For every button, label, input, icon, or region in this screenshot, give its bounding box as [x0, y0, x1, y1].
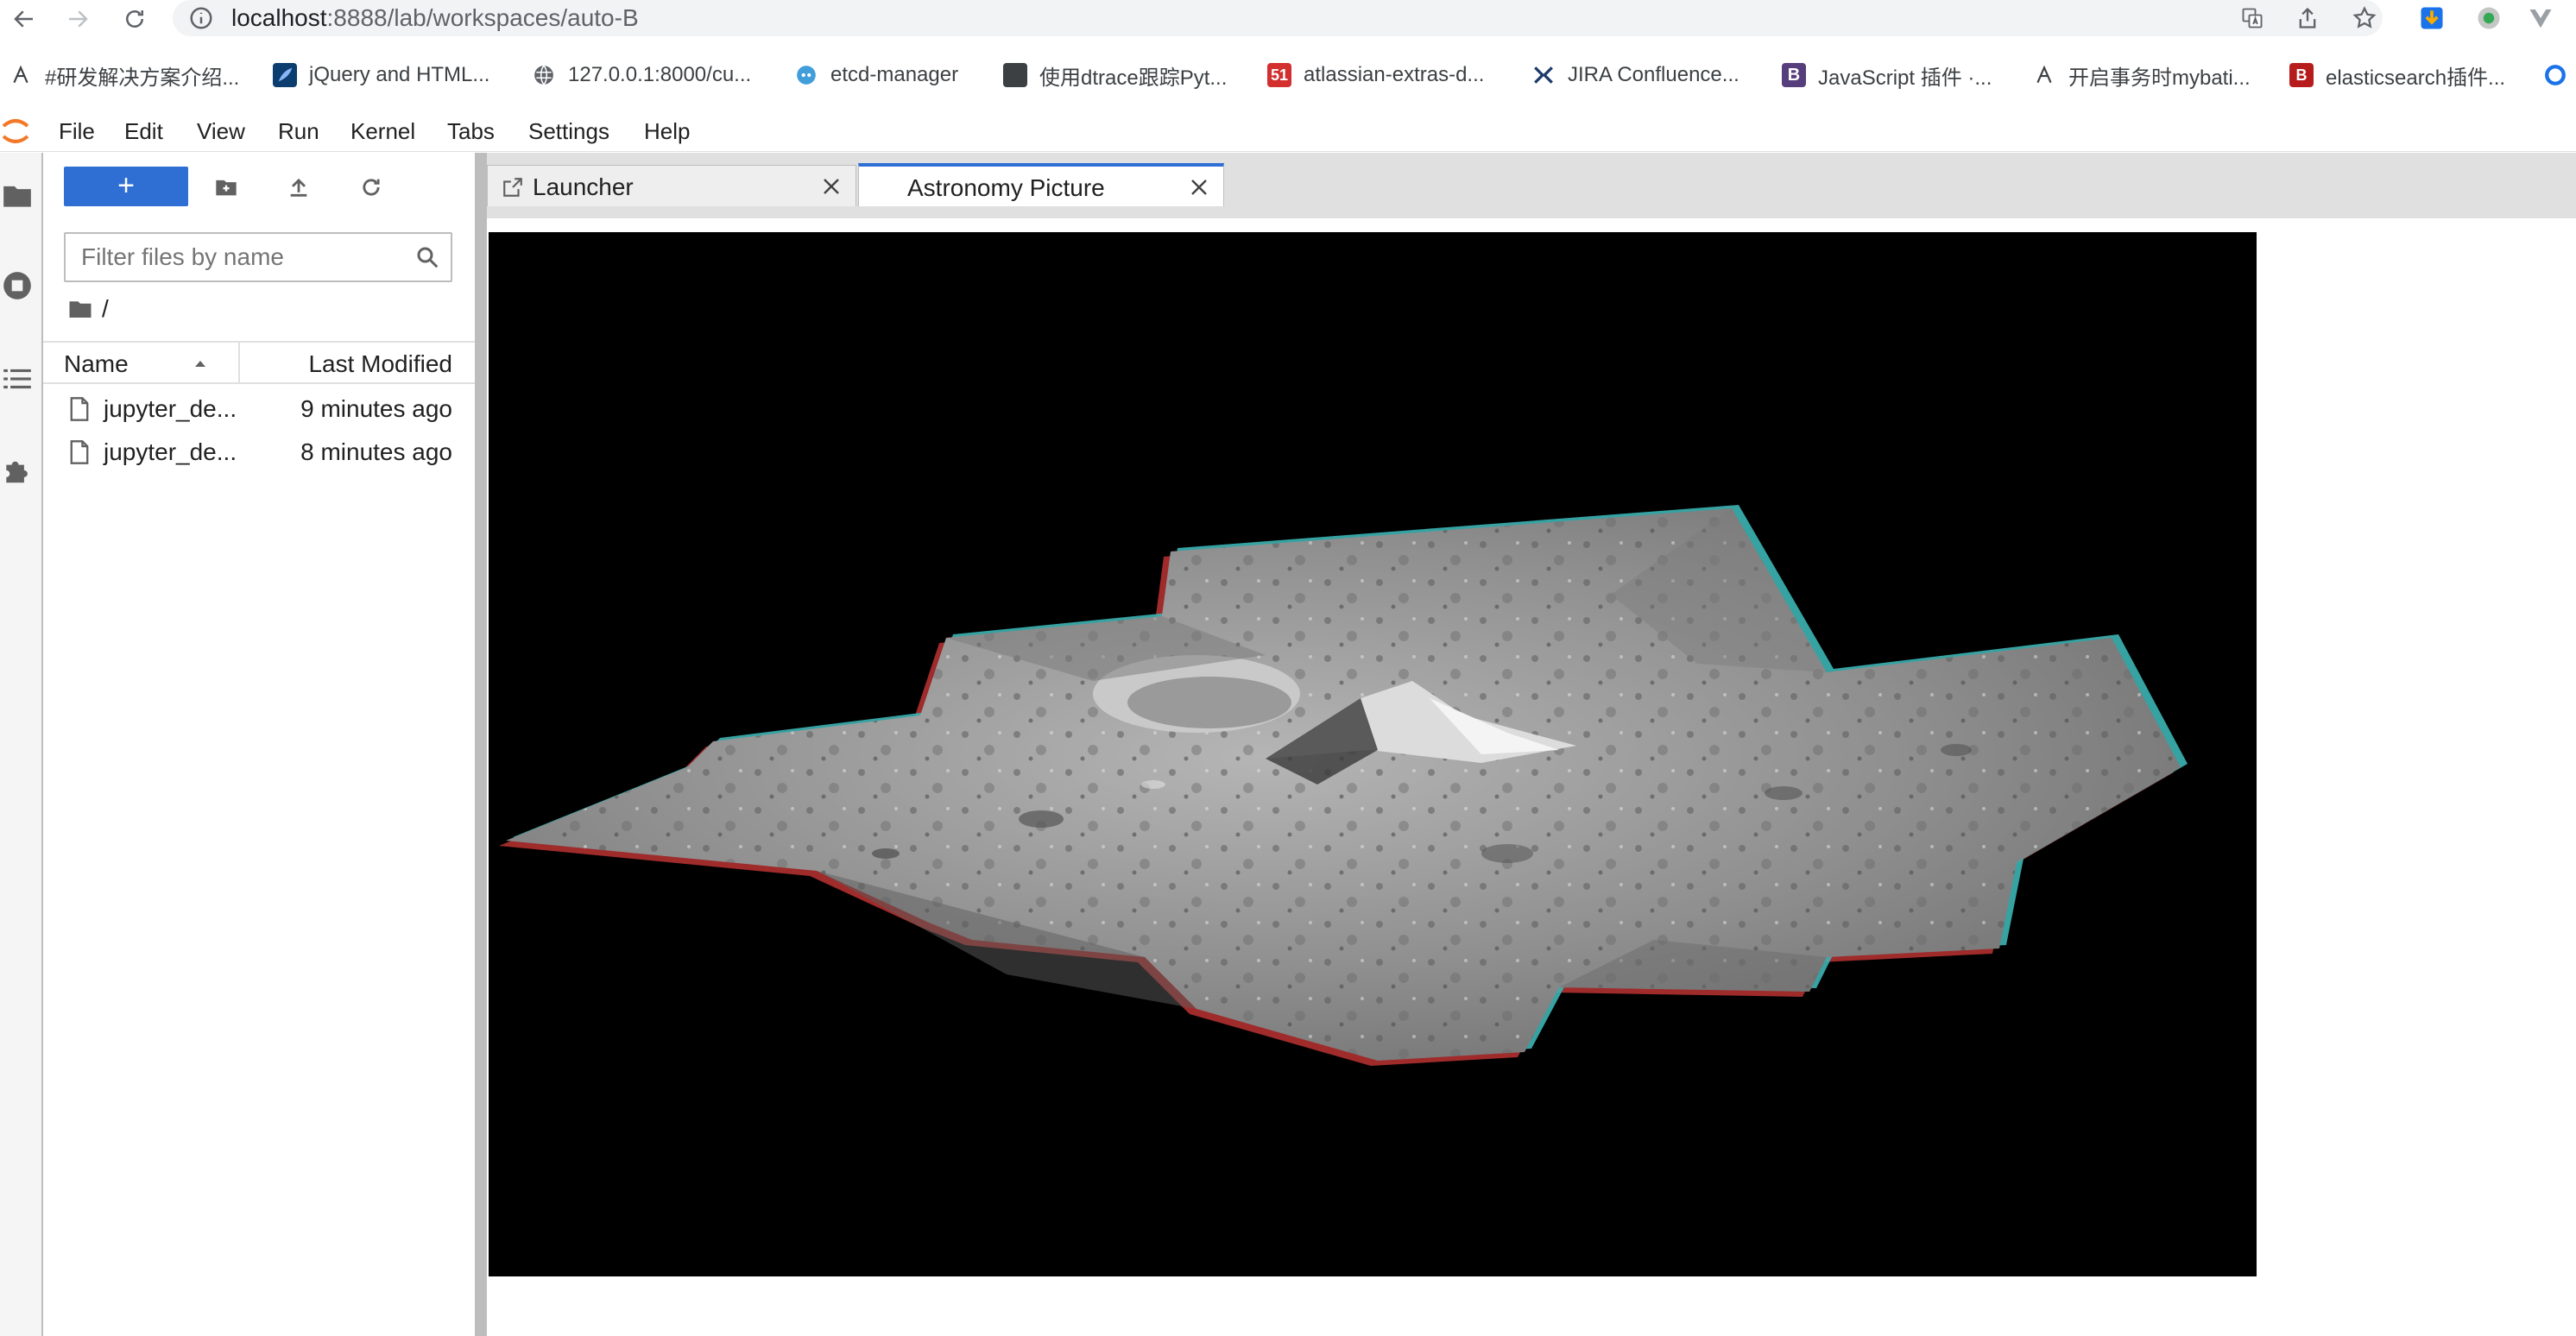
astronomy-image: [489, 232, 2257, 1276]
dock-tab-bar: Launcher Astronomy Picture: [487, 153, 2576, 206]
browser-toolbar: localhost:8888/lab/workspaces/auto-B: [0, 0, 2576, 38]
tab-label: Astronomy Picture: [907, 174, 1105, 201]
file-name[interactable]: jupyter_de...: [104, 394, 237, 424]
activity-bar: [0, 153, 43, 1336]
elastic-icon: B: [2289, 63, 2314, 87]
bookmark-6[interactable]: JIRA Confluence...: [1531, 59, 1739, 91]
refresh-icon: [363, 179, 380, 196]
bookmark-4[interactable]: 使用dtrace跟踪Pyt...: [1003, 59, 1227, 91]
file-browser: + / Name Last Modified jupyter_de... 9 m…: [43, 153, 475, 1336]
column-last-modified-header[interactable]: Last Modified: [308, 350, 452, 379]
bookmark-8[interactable]: 开启事务时mybati...: [2032, 59, 2251, 91]
arrow-left-icon: [14, 10, 33, 28]
column-divider[interactable]: [238, 343, 240, 382]
globe-icon: [532, 63, 556, 87]
back-button[interactable]: [7, 2, 41, 36]
menu-tabs[interactable]: Tabs: [447, 116, 495, 147]
column-name-header[interactable]: Name: [64, 350, 129, 379]
forward-button[interactable]: [60, 2, 95, 36]
info-icon[interactable]: [188, 5, 214, 31]
address-bar[interactable]: localhost:8888/lab/workspaces/auto-B: [173, 0, 2383, 36]
status-extension-icon[interactable]: [2474, 3, 2503, 33]
file-list-header: Name Last Modified: [43, 341, 475, 384]
upload-icon: [290, 178, 307, 197]
tab-launcher[interactable]: Launcher: [487, 165, 856, 206]
bootstrap-icon: B: [1782, 63, 1806, 87]
bookmarks-bar: #研发解决方案介绍... jQuery and HTML... 127.0.0.…: [0, 55, 2576, 95]
search-icon: [417, 247, 439, 268]
file-icon: [70, 440, 89, 464]
translate-icon[interactable]: [2238, 3, 2267, 33]
filter-files-field[interactable]: [64, 232, 452, 282]
sidebar-splitter[interactable]: [475, 153, 487, 1336]
bookmark-5[interactable]: 51 atlassian-extras-d...: [1267, 59, 1484, 91]
close-icon[interactable]: [1189, 177, 1209, 198]
table-of-contents-icon[interactable]: [0, 362, 35, 396]
upload-button[interactable]: [281, 170, 316, 205]
etcd-icon: [794, 63, 818, 87]
menu-bar: File Edit View Run Kernel Tabs Settings …: [0, 110, 2576, 152]
share-icon[interactable]: [2293, 3, 2322, 33]
bookmark-7[interactable]: B JavaScript 插件 ·...: [1782, 59, 1992, 91]
page-icon: [1003, 63, 1027, 87]
tab-label: Launcher: [533, 173, 634, 200]
jupyter-logo-icon: [2, 119, 29, 143]
menu-edit[interactable]: Edit: [124, 116, 163, 147]
arrow-right-icon: [69, 10, 88, 28]
folder-icon: [69, 301, 92, 318]
bookmark-star-icon[interactable]: [2350, 3, 2379, 33]
dev-ops-icon: [2032, 63, 2056, 87]
file-name[interactable]: jupyter_de...: [104, 438, 237, 467]
menu-settings[interactable]: Settings: [528, 116, 609, 147]
breadcrumb-root[interactable]: /: [102, 295, 109, 323]
feather-icon: [273, 63, 297, 87]
file-modified: 8 minutes ago: [300, 438, 452, 465]
bookmark-0[interactable]: #研发解决方案介绍...: [9, 59, 239, 91]
refresh-button[interactable]: [354, 170, 388, 205]
sort-ascending-icon[interactable]: [192, 355, 209, 372]
file-row[interactable]: jupyter_de... 9 minutes ago: [43, 388, 475, 431]
breadcrumb[interactable]: /: [67, 294, 109, 324]
close-icon[interactable]: [821, 176, 842, 197]
launcher-icon: [503, 178, 522, 197]
file-icon: [70, 397, 89, 421]
bookmark-2[interactable]: 127.0.0.1:8000/cu...: [532, 59, 751, 91]
reload-icon: [126, 10, 143, 28]
bookmark-9[interactable]: B elasticsearch插件...: [2289, 59, 2505, 91]
tab-astronomy-picture[interactable]: Astronomy Picture: [858, 163, 1224, 206]
bookmark-10[interactable]: [2543, 59, 2576, 91]
dev-ops-icon: [9, 63, 33, 87]
menu-file[interactable]: File: [59, 116, 95, 147]
extension-puzzle-icon[interactable]: [0, 453, 35, 488]
menu-kernel[interactable]: Kernel: [350, 116, 415, 147]
file-modified: 9 minutes ago: [300, 395, 452, 422]
menu-view[interactable]: View: [197, 116, 245, 147]
51cto-icon: 51: [1267, 63, 1291, 87]
folder-tab-icon[interactable]: [0, 179, 35, 213]
new-folder-button[interactable]: [209, 170, 243, 205]
jira-icon: [1531, 63, 1556, 87]
new-launcher-button[interactable]: +: [64, 167, 188, 206]
asteroid-surface-anaglyph-image: [489, 232, 2257, 1276]
menu-run[interactable]: Run: [278, 116, 319, 147]
reload-button[interactable]: [117, 2, 152, 36]
running-sessions-icon[interactable]: [0, 268, 35, 303]
filter-files-input[interactable]: [66, 234, 402, 280]
circle-bookmark-icon: [2543, 63, 2567, 87]
file-row[interactable]: jupyter_de... 8 minutes ago: [43, 431, 475, 474]
bookmark-3[interactable]: etcd-manager: [794, 59, 958, 91]
image-viewer-panel: [487, 206, 2576, 1336]
new-folder-icon: [216, 180, 237, 196]
menu-help[interactable]: Help: [644, 116, 690, 147]
url-text[interactable]: localhost:8888/lab/workspaces/auto-B: [231, 3, 639, 33]
bookmark-1[interactable]: jQuery and HTML...: [273, 59, 489, 91]
download-extension-icon[interactable]: [2417, 3, 2447, 33]
vue-extension-icon[interactable]: [2526, 3, 2555, 33]
